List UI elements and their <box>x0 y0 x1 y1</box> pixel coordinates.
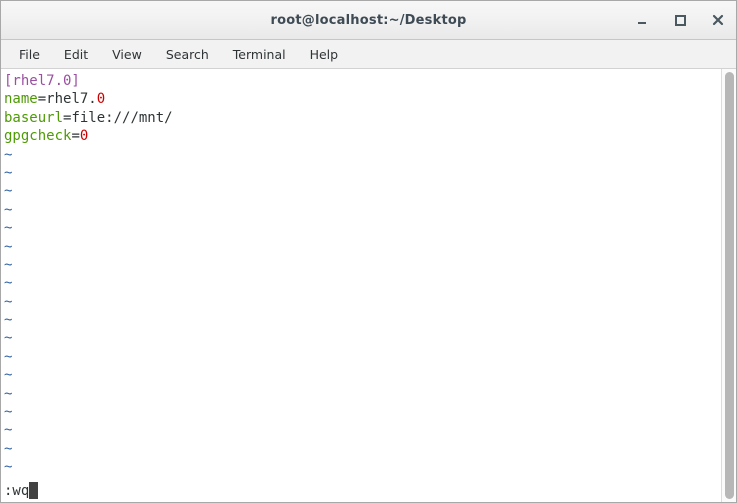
menu-bar: File Edit View Search Terminal Help <box>1 40 736 69</box>
tilde-marker: ~ <box>4 312 13 329</box>
tilde-marker: ~ <box>4 220 13 237</box>
scrollbar-thumb[interactable] <box>725 72 734 499</box>
vertical-scrollbar[interactable] <box>721 69 736 502</box>
tilde-marker: ~ <box>4 367 13 384</box>
ini-key-gpgcheck: gpgcheck <box>4 128 72 145</box>
tilde-marker: ~ <box>4 256 13 273</box>
menu-item-search[interactable]: Search <box>157 45 218 64</box>
vim-editor[interactable]: [rhel7.0] name=rhel7.0 baseurl=file:///m… <box>1 69 721 502</box>
minimize-icon[interactable] <box>634 12 650 28</box>
ini-key-name: name <box>4 91 38 108</box>
tilde-marker: ~ <box>4 385 13 402</box>
text-cursor <box>29 482 39 499</box>
menu-item-terminal[interactable]: Terminal <box>224 45 295 64</box>
tilde-marker: ~ <box>4 459 13 476</box>
menu-item-view[interactable]: View <box>103 45 151 64</box>
tilde-marker: ~ <box>4 183 13 200</box>
menu-item-help[interactable]: Help <box>301 45 348 64</box>
tilde-marker: ~ <box>4 275 13 292</box>
vim-empty-line: ~ <box>4 146 721 164</box>
vim-empty-line: ~ <box>4 274 721 292</box>
vim-command-text: :wq <box>4 483 30 499</box>
tilde-marker: ~ <box>4 293 13 310</box>
window-title: root@localhost:~/Desktop <box>270 12 467 28</box>
ini-key-baseurl: baseurl <box>4 109 64 126</box>
close-icon[interactable] <box>710 12 726 28</box>
vim-empty-line: ~ <box>4 385 721 403</box>
maximize-icon[interactable] <box>672 12 688 28</box>
vim-empty-line: ~ <box>4 311 721 329</box>
tilde-marker: ~ <box>4 164 13 181</box>
terminal-window: root@localhost:~/Desktop File Edit View <box>0 0 737 503</box>
vim-empty-line-markers: ~ ~ ~ ~ ~ ~ ~ ~ ~ ~ ~ ~ ~ ~ ~ ~ ~ ~ <box>4 146 721 477</box>
editor-line-name: name=rhel7.0 <box>4 90 721 108</box>
vim-empty-line: ~ <box>4 256 721 274</box>
vim-empty-line: ~ <box>4 219 721 237</box>
ini-section-header: [rhel7.0] <box>4 73 80 89</box>
vim-empty-line: ~ <box>4 164 721 182</box>
vim-empty-line: ~ <box>4 238 721 256</box>
vim-empty-line: ~ <box>4 348 721 366</box>
menu-item-file[interactable]: File <box>10 45 49 64</box>
vim-empty-line: ~ <box>4 201 721 219</box>
vim-empty-line: ~ <box>4 182 721 200</box>
vim-empty-line: ~ <box>4 293 721 311</box>
tilde-marker: ~ <box>4 146 13 163</box>
ini-eq-name: = <box>37 91 47 108</box>
tilde-marker: ~ <box>4 238 13 255</box>
vim-empty-line: ~ <box>4 366 721 384</box>
tilde-marker: ~ <box>4 422 13 439</box>
ini-number-name: 0 <box>96 91 106 108</box>
vim-empty-line: ~ <box>4 421 721 439</box>
ini-eq-gpgcheck: = <box>71 128 80 145</box>
title-bar[interactable]: root@localhost:~/Desktop <box>1 1 736 40</box>
tilde-marker: ~ <box>4 201 13 218</box>
vim-empty-line: ~ <box>4 458 721 476</box>
ini-number-gpgcheck: 0 <box>79 128 89 145</box>
menu-item-edit[interactable]: Edit <box>55 45 97 64</box>
terminal-body: [rhel7.0] name=rhel7.0 baseurl=file:///m… <box>1 69 736 502</box>
vim-empty-line: ~ <box>4 329 721 347</box>
window-controls <box>634 1 726 39</box>
ini-value-name: rhel7. <box>46 91 97 108</box>
editor-line-section: [rhel7.0] <box>4 72 721 90</box>
vim-empty-line: ~ <box>4 403 721 421</box>
tilde-marker: ~ <box>4 348 13 365</box>
ini-value-baseurl: file:///mnt/ <box>71 109 173 126</box>
editor-line-gpgcheck: gpgcheck=0 <box>4 127 721 145</box>
tilde-marker: ~ <box>4 404 13 421</box>
tilde-marker: ~ <box>4 330 13 347</box>
editor-line-baseurl: baseurl=file:///mnt/ <box>4 109 721 127</box>
tilde-marker: ~ <box>4 440 13 457</box>
vim-command-line[interactable]: :wq <box>4 482 39 500</box>
vim-empty-line: ~ <box>4 440 721 458</box>
